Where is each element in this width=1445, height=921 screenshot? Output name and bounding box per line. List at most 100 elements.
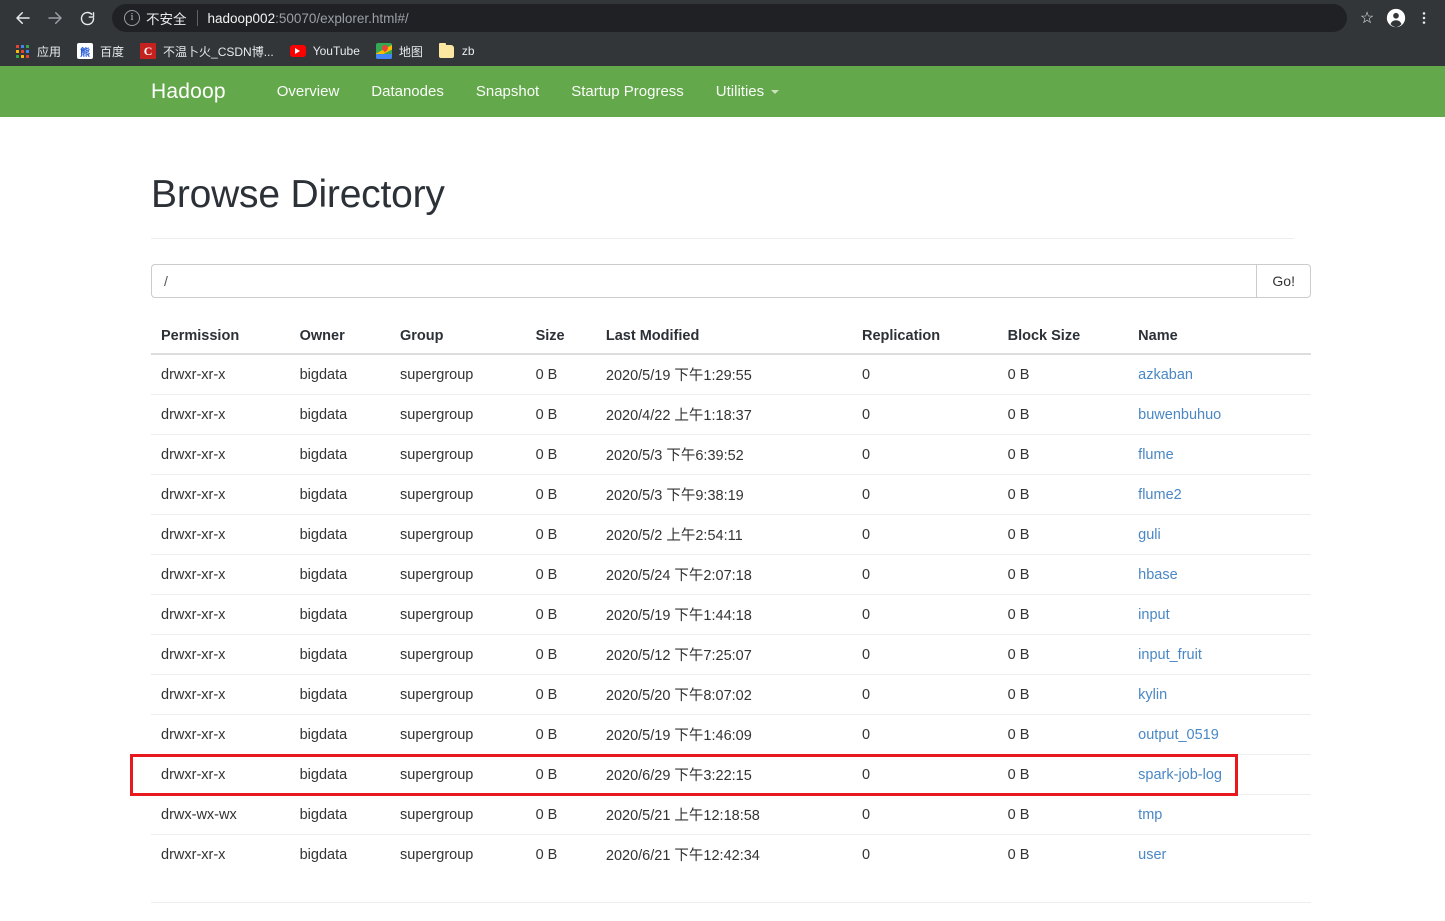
cell-name: guli xyxy=(1130,514,1311,555)
file-link[interactable]: input xyxy=(1138,607,1169,623)
cell-last-modified: 2020/6/29 下午3:22:15 xyxy=(597,754,854,795)
cell-size: 0 B xyxy=(527,514,598,555)
bookmark-maps[interactable]: 地图 xyxy=(368,39,431,63)
cell-last-modified: 2020/5/24 下午2:07:18 xyxy=(597,554,854,595)
folder-icon xyxy=(439,42,455,59)
site-info-icon[interactable]: i xyxy=(124,10,140,26)
cell-name: azkaban xyxy=(1130,354,1311,395)
footer-divider xyxy=(151,902,1311,903)
cell-group: supergroup xyxy=(392,794,528,835)
cell-block-size: 0 B xyxy=(999,514,1131,555)
cell-name: flume xyxy=(1130,434,1311,475)
back-arrow-icon[interactable] xyxy=(8,3,38,33)
directory-listing-table: Permission Owner Group Size Last Modifie… xyxy=(151,320,1311,874)
nav-link-startup-progress[interactable]: Startup Progress xyxy=(555,66,700,117)
bookmark-star-icon[interactable]: ☆ xyxy=(1353,8,1381,28)
cell-group: supergroup xyxy=(392,594,528,635)
chevron-down-icon xyxy=(771,89,780,94)
col-header-owner[interactable]: Owner xyxy=(291,320,393,355)
cell-name: buwenbuhuo xyxy=(1130,394,1311,435)
file-link[interactable]: output_0519 xyxy=(1138,727,1219,743)
file-link[interactable]: buwenbuhuo xyxy=(1138,407,1221,423)
cell-replication: 0 xyxy=(861,366,871,383)
browser-menu-icon[interactable] xyxy=(1411,10,1437,26)
url-path: :50070/explorer.html#/ xyxy=(275,10,409,26)
navbar-brand[interactable]: Hadoop xyxy=(151,80,226,104)
cell-replication: 0 xyxy=(853,714,1000,755)
cell-permission: drwxr-xr-x xyxy=(151,594,292,635)
cell-size: 0 B xyxy=(527,394,598,435)
table-row: drwx-wx-wx bigdata supergroup 0 B 2020/5/21 … xyxy=(151,794,1311,835)
cell-owner: bigdata xyxy=(291,834,393,874)
cell-last-modified: 2020/5/3 下午9:38:19 xyxy=(597,474,854,515)
cell-size: 0 B xyxy=(527,714,598,755)
file-link[interactable]: input_fruit xyxy=(1138,647,1202,663)
csdn-icon: C xyxy=(140,43,157,59)
col-header-block-size[interactable]: Block Size xyxy=(999,320,1131,355)
file-link[interactable]: kylin xyxy=(1138,687,1167,703)
col-header-permission[interactable]: Permission xyxy=(151,320,292,355)
cell-group: supergroup xyxy=(392,514,528,555)
nav-link-utilities[interactable]: Utilities xyxy=(700,66,795,117)
go-button[interactable]: Go! xyxy=(1256,264,1311,298)
col-header-size[interactable]: Size xyxy=(527,320,598,355)
nav-link-snapshot[interactable]: Snapshot xyxy=(460,66,555,117)
cell-owner: bigdata xyxy=(291,474,393,515)
cell-size: 0 B xyxy=(535,366,558,383)
col-header-last-modified[interactable]: Last Modified xyxy=(597,320,854,355)
cell-group: supergroup xyxy=(392,474,528,515)
file-link[interactable]: flume xyxy=(1138,447,1173,463)
bookmark-apps[interactable]: 应用 xyxy=(6,39,69,63)
profile-avatar-icon[interactable] xyxy=(1381,8,1411,28)
cell-group: supergroup xyxy=(392,754,528,795)
browser-chrome: i 不安全 hadoop002:50070/explorer.html#/ ☆ … xyxy=(0,0,1445,66)
table-header-row: Permission Owner Group Size Last Modifie… xyxy=(151,320,1311,355)
bookmark-label: 百度 xyxy=(100,44,125,59)
cell-size: 0 B xyxy=(527,634,598,675)
cell-permission: drwxr-xr-x xyxy=(151,674,292,715)
table-head: Permission Owner Group Size Last Modifie… xyxy=(151,320,1311,355)
nav-link-overview[interactable]: Overview xyxy=(261,66,356,117)
file-link[interactable]: guli xyxy=(1138,527,1161,543)
file-link[interactable]: spark-job-log xyxy=(1138,767,1222,783)
cell-block-size: 0 B xyxy=(999,634,1131,675)
reload-icon[interactable] xyxy=(72,3,102,33)
bookmark-zb[interactable]: zb xyxy=(431,39,483,63)
col-header-replication[interactable]: Replication xyxy=(853,320,1000,355)
cell-last-modified: 2020/6/21 下午12:42:34 xyxy=(597,834,854,874)
cell-block-size: 0 B xyxy=(999,834,1131,874)
col-header-group[interactable]: Group xyxy=(392,320,528,355)
cell-size: 0 B xyxy=(527,794,598,835)
path-input[interactable] xyxy=(151,264,1257,298)
address-bar[interactable]: i 不安全 hadoop002:50070/explorer.html#/ xyxy=(112,4,1347,32)
cell-group: supergroup xyxy=(392,674,528,715)
bookmark-youtube[interactable]: YouTube xyxy=(282,39,368,63)
cell-permission: drwxr-xr-x xyxy=(151,834,292,874)
cell-size: 0 B xyxy=(527,554,598,595)
file-link[interactable]: user xyxy=(1138,847,1166,863)
cell-size: 0 B xyxy=(527,674,598,715)
file-link[interactable]: tmp xyxy=(1138,807,1162,823)
cell-last-modified: 2020/5/20 下午8:07:02 xyxy=(597,674,854,715)
file-link[interactable]: azkaban xyxy=(1138,367,1193,383)
file-link[interactable]: flume2 xyxy=(1138,487,1182,503)
bookmark-baidu[interactable]: 熊 百度 xyxy=(69,39,132,63)
cell-name: spark-job-log xyxy=(1130,754,1311,795)
forward-arrow-icon[interactable] xyxy=(40,3,70,33)
table-row: drwxr-xr-x bigdata supergroup 0 B 2020/5/19 … xyxy=(151,714,1311,755)
cell-name: user xyxy=(1130,834,1311,874)
file-link[interactable]: hbase xyxy=(1138,567,1178,583)
cell-owner: bigdata xyxy=(291,634,393,675)
table-row: drwxr-xr-x bigdata supergroup 0 B 2020/5/12 … xyxy=(151,634,1311,675)
col-header-name[interactable]: Name xyxy=(1130,320,1311,355)
cell-last-modified: 2020/5/19 下午1:29:55 xyxy=(605,368,752,384)
cell-block-size: 0 B xyxy=(999,674,1131,715)
cell-replication: 0 xyxy=(853,634,1000,675)
cell-block-size: 0 B xyxy=(999,714,1131,755)
cell-permission: drwxr-xr-x xyxy=(161,366,226,383)
cell-size: 0 B xyxy=(527,754,598,795)
cell-last-modified: 2020/5/3 下午6:39:52 xyxy=(597,434,854,475)
cell-last-modified: 2020/5/19 下午1:44:18 xyxy=(597,594,854,635)
bookmark-csdn[interactable]: C 不温卜火_CSDN博... xyxy=(132,39,282,63)
nav-link-datanodes[interactable]: Datanodes xyxy=(355,66,460,117)
